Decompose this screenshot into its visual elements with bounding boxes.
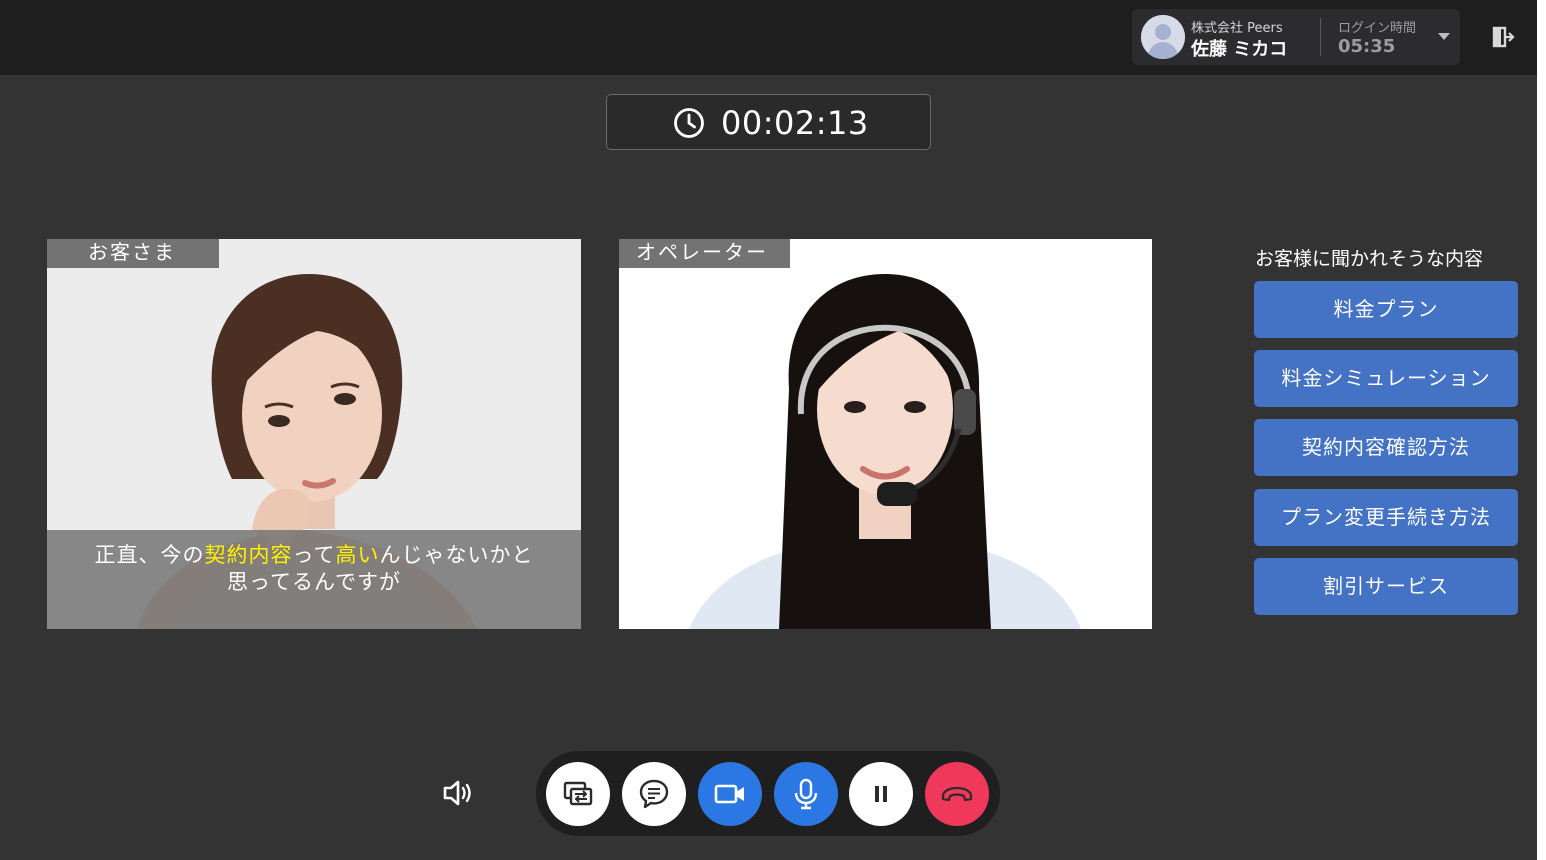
chat-button[interactable] xyxy=(622,762,686,826)
video-camera-icon xyxy=(714,784,744,804)
hang-up-icon xyxy=(941,786,973,802)
microphone-icon xyxy=(794,778,818,810)
chat-icon xyxy=(639,779,669,809)
screen-share-button[interactable] xyxy=(546,762,610,826)
caption-keyword: 高い xyxy=(335,543,380,567)
call-control-bar xyxy=(536,751,1000,836)
suggestion-button[interactable]: 契約内容確認方法 xyxy=(1254,419,1518,476)
customer-video: お客さま 正直、今の契約内容って高いんじゃないかと 思ってるんですが xyxy=(47,239,581,629)
caption-line-1: 正直、今の契約内容って高いんじゃないかと xyxy=(47,542,581,569)
company-name: 株式会社 Peers xyxy=(1191,21,1283,36)
timer-value: 00:02:13 xyxy=(721,104,869,142)
caption-text: んじゃないかと xyxy=(379,543,534,567)
suggestion-button[interactable]: プラン変更手続き方法 xyxy=(1254,489,1518,546)
caption-keyword: 契約内容 xyxy=(204,543,293,567)
suggestion-button[interactable]: 割引サービス xyxy=(1254,558,1518,615)
operator-video-image xyxy=(619,239,1152,629)
call-timer: 00:02:13 xyxy=(606,94,931,150)
operator-video-tag: オペレーター xyxy=(619,239,790,268)
caption-line-2: 思ってるんですが xyxy=(227,570,401,594)
suggestion-button[interactable]: 料金シミュレーション xyxy=(1254,350,1518,407)
header-bar: 株式会社 Peers 佐藤 ミカコ ログイン時間 05:35 xyxy=(0,0,1537,75)
divider xyxy=(1320,18,1321,56)
clock-icon xyxy=(674,108,704,138)
screen-share-icon xyxy=(563,781,593,806)
operator-video: オペレーター xyxy=(619,239,1152,629)
app-window: 株式会社 Peers 佐藤 ミカコ ログイン時間 05:35 00:02:13 xyxy=(0,0,1537,860)
hang-up-button[interactable] xyxy=(925,762,989,826)
pause-icon xyxy=(875,786,887,802)
customer-video-tag: お客さま xyxy=(47,239,219,268)
caption-text: 正直、今の xyxy=(94,543,205,567)
login-time-label: ログイン時間 xyxy=(1338,21,1417,36)
video-toggle-button[interactable] xyxy=(698,762,762,826)
speaker-volume-icon[interactable] xyxy=(441,776,477,810)
suggestion-title: お客様に聞かれそうな内容 xyxy=(1255,248,1484,270)
user-menu[interactable]: 株式会社 Peers 佐藤 ミカコ ログイン時間 05:35 xyxy=(1132,9,1460,65)
chevron-down-icon[interactable] xyxy=(1438,33,1450,40)
caption-text: って xyxy=(292,543,336,567)
avatar-icon xyxy=(1141,15,1185,59)
user-name: 佐藤 ミカコ xyxy=(1191,39,1288,60)
hold-button[interactable] xyxy=(849,762,913,826)
logout-icon[interactable] xyxy=(1490,24,1516,50)
microphone-toggle-button[interactable] xyxy=(774,762,838,826)
login-time-value: 05:35 xyxy=(1338,36,1396,57)
suggestion-button[interactable]: 料金プラン xyxy=(1254,281,1518,338)
speech-caption: 正直、今の契約内容って高いんじゃないかと 思ってるんですが xyxy=(47,530,581,629)
